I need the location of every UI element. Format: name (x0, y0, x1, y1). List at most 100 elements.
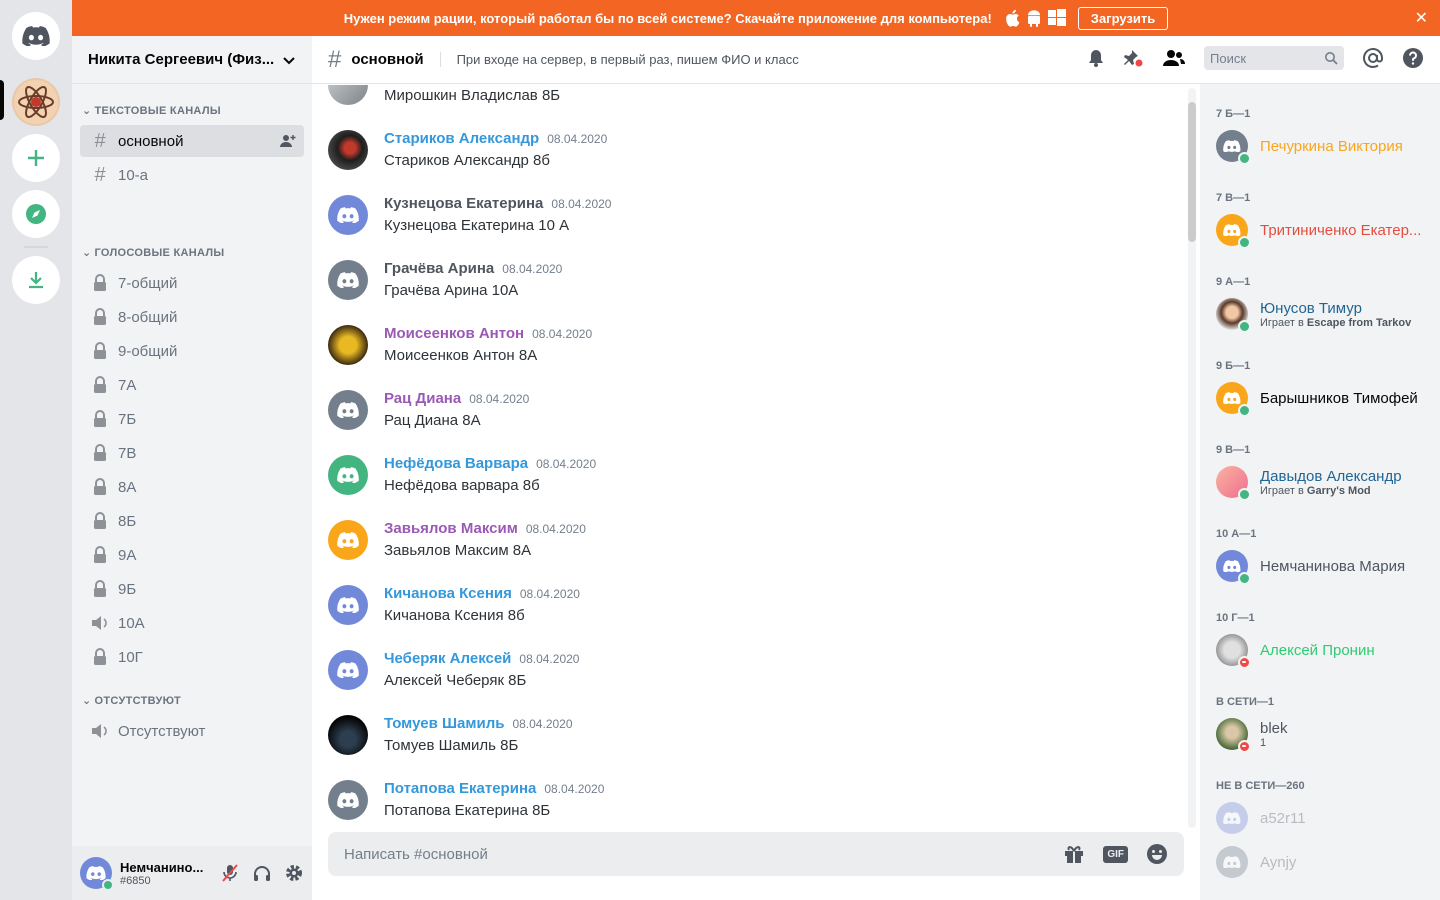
voice-channel[interactable]: 7В (80, 437, 304, 469)
channel-title: основной (351, 51, 424, 68)
mentions-icon[interactable] (1362, 47, 1384, 69)
invite-icon[interactable] (280, 134, 296, 148)
lock-icon (88, 478, 112, 496)
message-author[interactable]: Потапова Екатерина (384, 780, 536, 797)
member-item[interactable]: Барышников Тимофей (1216, 376, 1432, 420)
explore-servers-button[interactable] (12, 190, 60, 238)
members-icon[interactable] (1162, 48, 1186, 68)
message-timestamp: 08.04.2020 (532, 327, 593, 341)
voice-channel[interactable]: 10А (80, 607, 304, 639)
avatar[interactable] (328, 585, 368, 625)
download-apps-button[interactable] (12, 256, 60, 304)
channel-label: основной (118, 132, 184, 150)
member-item[interactable]: Немчанинова Мария (1216, 544, 1432, 588)
download-button[interactable]: Загрузить (1077, 6, 1169, 30)
message-text: Моисеенков Антон 8А (384, 347, 538, 364)
member-item[interactable]: a52r11 (1216, 796, 1432, 840)
emoji-icon[interactable] (1146, 843, 1168, 865)
member-item[interactable]: Давыдов Александр Играет в Garry's Mod (1216, 460, 1432, 504)
member-item[interactable]: blek 1 (1216, 712, 1432, 756)
plus-icon (28, 150, 44, 166)
message-item: Рац Диана 08.04.2020 Рац Диана 8А (328, 388, 1168, 448)
message-author[interactable]: Кузнецова Екатерина (384, 195, 543, 212)
channel-osnovnoy[interactable]: # основной (80, 125, 304, 157)
voice-channel[interactable]: 8-общий (80, 301, 304, 333)
voice-channel[interactable]: 10Г (80, 641, 304, 673)
channel-label: 10Г (118, 648, 143, 666)
pin-icon[interactable] (1124, 48, 1144, 68)
discord-logo-icon (337, 662, 359, 678)
server-icon-physics[interactable] (12, 78, 60, 126)
message-author[interactable]: Чеберяк Алексей (384, 650, 511, 667)
voice-channel[interactable]: 9А (80, 539, 304, 571)
member-item[interactable]: Алексей Пронин (1216, 628, 1432, 672)
mic-muted-icon[interactable] (220, 863, 240, 883)
banner-close-icon[interactable]: ✕ (1415, 8, 1428, 28)
message-author[interactable]: Стариков Александр (384, 130, 539, 147)
message-author[interactable]: Кичанова Ксения (384, 585, 512, 602)
message-author[interactable]: Завьялов Максим (384, 520, 518, 537)
avatar[interactable] (328, 130, 368, 170)
message-timestamp: 08.04.2020 (469, 392, 530, 406)
voice-channel[interactable]: 9-общий (80, 335, 304, 367)
bell-icon[interactable] (1086, 48, 1106, 68)
category-voice-channels[interactable]: ⌄ ГОЛОСОВЫЕ КАНАЛЫ (76, 246, 232, 260)
avatar[interactable] (328, 85, 368, 105)
voice-channel[interactable]: 8А (80, 471, 304, 503)
message-author[interactable]: Томуев Шамиль (384, 715, 504, 732)
message-author[interactable]: Рац Диана (384, 390, 461, 407)
message-composer[interactable]: Написать #основной GIF (328, 832, 1184, 876)
message-item: Грачёва Арина 08.04.2020 Грачёва Арина 10А (328, 258, 1168, 318)
voice-channel[interactable]: 7А (80, 369, 304, 401)
member-item[interactable]: Юнусов Тимур Играет в Escape from Tarkov (1216, 292, 1432, 336)
avatar[interactable] (328, 260, 368, 300)
home-button[interactable] (12, 12, 60, 60)
member-activity: 1 (1260, 737, 1430, 749)
status-online-dot (1238, 404, 1251, 417)
avatar[interactable] (328, 390, 368, 430)
message-item: Чеберяк Алексей 08.04.2020 Алексей Чеберяк… (328, 648, 1168, 708)
member-item[interactable]: Тритиниченко Екатер... (1216, 208, 1432, 252)
gear-icon[interactable] (284, 863, 304, 883)
channel-label: 9Б (118, 580, 137, 598)
voice-channel[interactable]: 9Б (80, 573, 304, 605)
member-group-header: 9 Б—1 (1216, 360, 1251, 372)
channel-10-a[interactable]: # 10-а (80, 159, 304, 191)
gift-icon[interactable] (1063, 843, 1085, 865)
server-header[interactable]: Никита Сергеевич (Физ... (72, 36, 312, 84)
discord-logo-icon (1223, 559, 1241, 573)
message-author[interactable]: Нефёдова Варвара (384, 455, 528, 472)
channel-absent[interactable]: Отсутствуют (80, 715, 304, 747)
category-absent[interactable]: ⌄ ОТСУТСТВУЮТ (76, 694, 189, 708)
avatar[interactable] (328, 195, 368, 235)
lock-icon (88, 512, 112, 530)
avatar[interactable] (80, 857, 114, 891)
message-author[interactable]: Моисеенков Антон (384, 325, 524, 342)
voice-channel[interactable]: 7-общий (80, 267, 304, 299)
voice-channel[interactable]: 8Б (80, 505, 304, 537)
add-server-button[interactable] (12, 134, 60, 182)
avatar[interactable] (328, 455, 368, 495)
message-author[interactable]: Грачёва Арина (384, 260, 494, 277)
avatar[interactable] (328, 520, 368, 560)
member-item[interactable]: Печуркина Виктория (1216, 124, 1432, 168)
voice-channel[interactable]: 7Б (80, 403, 304, 435)
message-timestamp: 08.04.2020 (512, 717, 573, 731)
headphones-icon[interactable] (252, 863, 272, 883)
avatar[interactable] (328, 715, 368, 755)
channel-label: 9-общий (118, 342, 178, 360)
scrollbar-thumb[interactable] (1188, 102, 1196, 242)
gif-button[interactable]: GIF (1103, 845, 1128, 863)
member-item[interactable]: Aynjy (1216, 840, 1432, 884)
category-text-channels[interactable]: ⌄ ТЕКСТОВЫЕ КАНАЛЫ (76, 104, 229, 118)
avatar[interactable] (328, 325, 368, 365)
avatar[interactable] (328, 650, 368, 690)
help-icon[interactable] (1402, 47, 1424, 69)
channel-label: 10А (118, 614, 145, 632)
search-input[interactable]: Поиск (1204, 46, 1344, 70)
status-dnd-dot (1238, 740, 1251, 753)
message-text: Мирошкин Владислав 8Б (384, 87, 561, 104)
message-scrollbar[interactable] (1188, 88, 1196, 828)
member-group-header: 9 В—1 (1216, 444, 1251, 456)
avatar[interactable] (328, 780, 368, 820)
